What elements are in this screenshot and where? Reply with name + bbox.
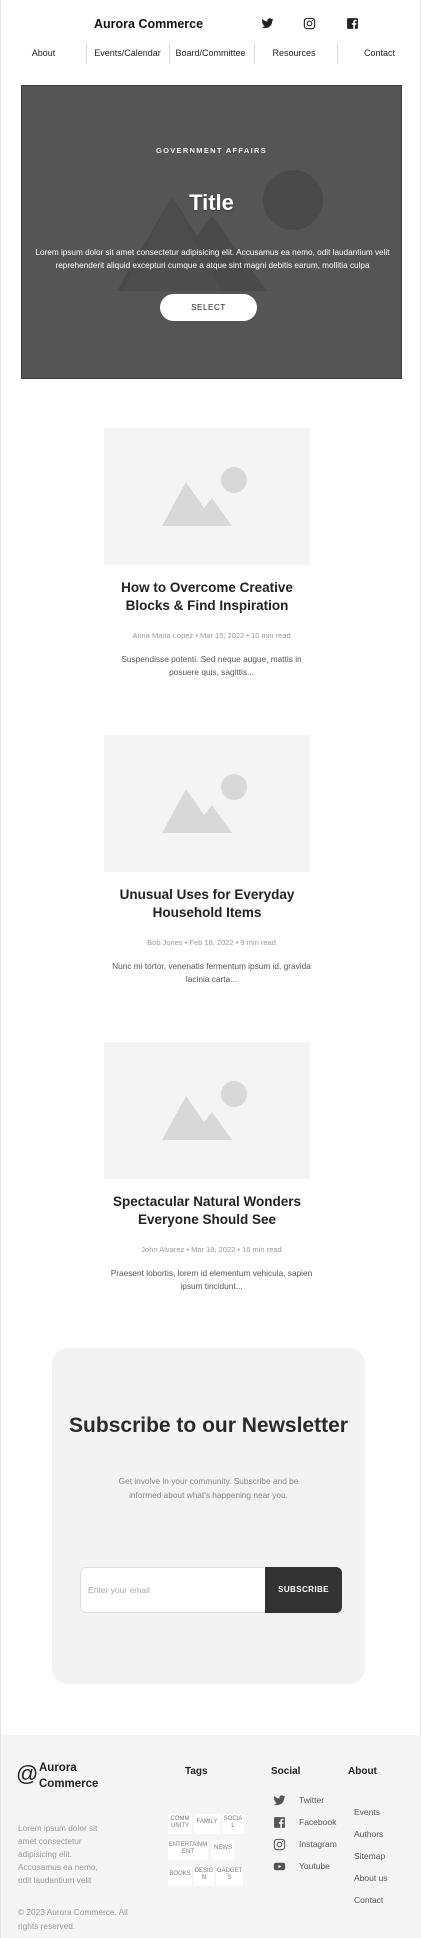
main-nav: About Events/Calendar Board/Committee Re…	[1, 42, 421, 64]
nav-item-board-committee[interactable]: Board/Committee	[169, 42, 252, 64]
footer-link-events[interactable]: Events	[354, 1807, 380, 1817]
facebook-icon[interactable]	[346, 17, 359, 30]
subscribe-button[interactable]: SUBSCRIBE	[265, 1567, 342, 1613]
footer-social-instagram[interactable]: Instagram	[271, 1838, 341, 1852]
select-button[interactable]: SELECT	[160, 294, 257, 321]
facebook-icon	[274, 1817, 285, 1828]
image-placeholder-icon	[162, 467, 247, 526]
hero-eyebrow: GOVERNMENT AFFAIRS	[155, 146, 268, 155]
nav-item-resources[interactable]: Resources	[254, 42, 334, 64]
footer-social-label: Youtube	[299, 1861, 330, 1871]
post-read-time: 10 min read	[251, 631, 291, 640]
newsletter-title: Subscribe to our Newsletter	[69, 1414, 348, 1437]
hero-banner: GOVERNMENT AFFAIRS Title Lorem ipsum dol…	[21, 85, 402, 379]
footer-social-youtube[interactable]: Youtube	[271, 1860, 341, 1874]
newsletter-description: Get involve in your community. Subscribe…	[118, 1476, 299, 1500]
footer-description: Lorem ipsum dolor sit amet consectetur a…	[18, 1823, 98, 1885]
newsletter-card: Subscribe to our Newsletter Get involve …	[52, 1348, 365, 1684]
post-date: Feb 18, 2022	[189, 938, 234, 947]
footer-link-sitemap[interactable]: Sitemap	[354, 1851, 385, 1861]
footer-social-label: Facebook	[299, 1817, 337, 1827]
post-date: Mar 15, 2022	[200, 631, 245, 640]
tag-family[interactable]: FAMILY	[194, 1814, 220, 1834]
nav-item-events-calendar[interactable]: Events/Calendar	[86, 42, 169, 64]
email-input[interactable]: Enter your email	[80, 1567, 265, 1613]
nav-item-contact[interactable]: Contact	[351, 42, 408, 64]
image-placeholder-icon	[162, 774, 247, 833]
footer-social-twitter[interactable]: Twitter	[271, 1794, 341, 1808]
instagram-icon	[273, 1838, 286, 1851]
tag-design[interactable]: DESIG N	[194, 1866, 214, 1886]
post-thumbnail[interactable]	[104, 735, 310, 872]
nav-divider	[337, 43, 338, 63]
post-excerpt: Praesent lobortis, lorem id elementum ve…	[110, 1268, 313, 1291]
post-read-time: 9 min read	[240, 938, 276, 947]
tag-news[interactable]: NEWS	[212, 1840, 234, 1860]
tag-gadgets[interactable]: GADGET S	[216, 1866, 243, 1886]
post-title[interactable]: Unusual Uses for Everyday Household Item…	[101, 886, 313, 922]
hero-description: Lorem ipsum dolor sit amet consectetur a…	[35, 248, 390, 270]
post-thumbnail[interactable]	[104, 1042, 310, 1179]
instagram-icon[interactable]	[303, 17, 316, 30]
post-excerpt: Nunc mi tortor, venenatis fermentum ipsu…	[112, 961, 311, 984]
twitter-icon[interactable]	[261, 17, 274, 30]
post-meta: Anna Maria Lopez • Mar 15, 2022 • 10 min…	[1, 631, 421, 640]
post-excerpt: Suspendisse potenti. Sed neque augue, ma…	[121, 654, 302, 677]
post-thumbnail[interactable]	[104, 428, 310, 565]
post-date: Mar 18, 2022	[191, 1245, 236, 1254]
twitter-icon	[273, 1795, 286, 1806]
footer-social-facebook[interactable]: Facebook	[271, 1816, 341, 1830]
post-meta: Bob Jones • Feb 18, 2022 • 9 min read	[1, 938, 421, 947]
at-sign-logo-icon: @	[16, 1761, 39, 1786]
image-placeholder-icon	[117, 170, 323, 291]
tag-community[interactable]: COMM UNITY	[168, 1814, 192, 1834]
image-placeholder-icon	[162, 1081, 247, 1140]
post-title[interactable]: Spectacular Natural Wonders Everyone Sho…	[101, 1193, 313, 1229]
footer-link-about-us[interactable]: About us	[354, 1873, 388, 1883]
tag-social[interactable]: SOCIA L	[222, 1814, 244, 1834]
footer-social-label: Twitter	[299, 1795, 325, 1805]
footer-tags-heading: Tags	[185, 1766, 208, 1777]
nav-item-about[interactable]: About	[16, 42, 71, 64]
footer: @ Aurora Commerce Lorem ipsum dolor sit …	[1, 1735, 421, 1938]
post-author[interactable]: Anna Maria Lopez	[132, 631, 193, 640]
post-author[interactable]: John Alvarez	[141, 1245, 184, 1254]
post-meta: John Alvarez • Mar 18, 2022 • 16 min rea…	[1, 1245, 421, 1254]
post-read-time: 16 min read	[242, 1245, 282, 1254]
footer-link-authors[interactable]: Authors	[354, 1829, 383, 1839]
tag-books[interactable]: BOOKS	[168, 1866, 192, 1886]
tag-entertainment[interactable]: ENTERTAINM ENT	[168, 1840, 208, 1860]
post-author[interactable]: Bob Jones	[147, 938, 182, 947]
footer-social-heading: Social	[271, 1766, 301, 1777]
footer-copyright: © 2023 Aurora Commerce. All rights reser…	[18, 1907, 128, 1931]
footer-about-heading: About	[348, 1766, 377, 1777]
footer-social-label: Instagram	[299, 1839, 337, 1849]
post-title[interactable]: How to Overcome Creative Blocks & Find I…	[101, 579, 313, 615]
hero-title: Title	[189, 190, 234, 215]
brand-name[interactable]: Aurora Commerce	[94, 17, 203, 31]
youtube-icon	[273, 1862, 286, 1871]
page: Aurora Commerce About Events/Calendar Bo…	[0, 0, 421, 1938]
footer-link-contact[interactable]: Contact	[354, 1895, 383, 1905]
footer-brand[interactable]: Aurora Commerce	[39, 1760, 109, 1792]
